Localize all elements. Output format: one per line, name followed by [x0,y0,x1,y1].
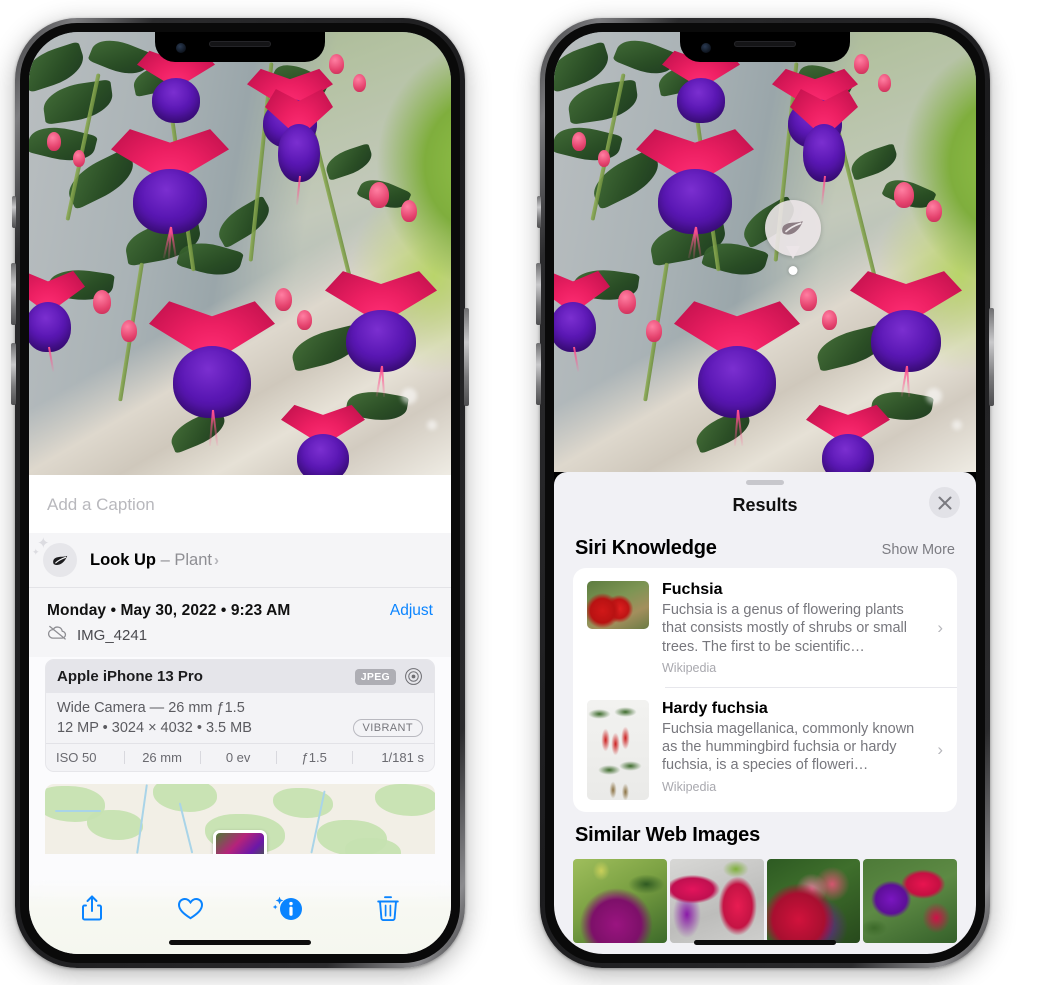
notch [680,32,850,62]
file-row: IMG_4241 [29,622,451,657]
share-button[interactable] [69,888,115,928]
exif-exposure-bias: 0 ev [225,750,251,765]
show-more-button[interactable]: Show More [882,542,955,558]
similar-web-images-title: Similar Web Images [575,823,760,846]
chevron-right-icon: › [937,739,943,759]
list-item[interactable]: Fuchsia Fuchsia is a genus of flowering … [573,568,957,687]
delete-button[interactable] [365,888,411,928]
knowledge-source: Wikipedia [662,660,717,675]
volume-down-button[interactable] [536,343,541,405]
similar-web-images-header: Similar Web Images [554,812,976,855]
info-button[interactable] [266,888,312,928]
siri-knowledge-header: Siri Knowledge Show More [554,525,976,568]
exif-focal-length: 26 mm [142,750,182,765]
camera-info-card: Apple iPhone 13 Pro JPEG Wide Camera — 2… [45,659,435,772]
knowledge-thumbnail [587,699,649,800]
list-item[interactable]: Hardy fuchsia Fuchsia magellanica, commo… [573,686,957,812]
volume-down-button[interactable] [11,343,16,405]
home-indicator[interactable] [169,940,311,945]
volume-up-button[interactable] [11,263,16,325]
power-button[interactable] [464,308,469,406]
badge-anchor-dot [788,266,798,275]
screenshot-stage: Add a Caption ✦ ✦ Look Up – Plant › Mond… [0,0,1055,985]
exif-shutter-speed: 1/181 s [381,750,424,765]
chevron-right-icon: › [937,617,943,637]
caption-input[interactable]: Add a Caption [29,475,451,533]
sparkle-small-icon: ✦ [32,547,40,557]
look-up-subject: Plant [174,550,212,569]
format-badge: JPEG [354,668,396,685]
file-name: IMG_4241 [77,626,148,644]
knowledge-source: Wikipedia [662,779,717,794]
location-map[interactable] [45,784,435,854]
results-sheet: Results Siri Knowledge Show More Fuchsia… [554,472,976,954]
sheet-header: Results [554,485,976,525]
home-indicator[interactable] [694,940,836,945]
knowledge-title: Hardy fuchsia [662,699,768,717]
camera-model: Apple iPhone 13 Pro [57,668,203,685]
photo-date: Monday • May 30, 2022 • 9:23 AM [47,602,291,619]
right-phone-bezel: Results Siri Knowledge Show More Fuchsia… [545,23,985,963]
photo-viewer[interactable] [29,32,451,475]
web-image-thumbnail[interactable] [573,858,667,943]
leaf-icon: ✦ ✦ [32,536,77,577]
camera-card-header: Apple iPhone 13 Pro JPEG [46,660,434,693]
camera-card-body: Wide Camera — 26 mm ƒ1.5 12 MP • 3024 × … [46,693,434,743]
knowledge-description: Fuchsia is a genus of flowering plants t… [662,602,907,655]
siri-knowledge-title: Siri Knowledge [575,537,717,559]
sheet-title: Results [732,494,798,515]
close-icon[interactable] [929,487,960,518]
knowledge-thumbnail [587,581,649,629]
aperture-icon [404,667,423,686]
lens-info: Wide Camera — 26 mm ƒ1.5 [57,700,245,716]
earpiece-speaker [734,41,796,47]
badge-tail [786,246,800,259]
look-up-dash: – [156,550,175,569]
power-button[interactable] [989,308,994,406]
earpiece-speaker [209,41,271,47]
adjust-button[interactable]: Adjust [390,602,433,620]
knowledge-description: Fuchsia magellanica, commonly known as t… [662,720,915,774]
look-up-title: Look Up [90,550,156,569]
exif-row: ISO 50 26 mm 0 ev ƒ1.5 1/181 s [46,743,434,771]
photo-info-panel: Add a Caption ✦ ✦ Look Up – Plant › Mond… [29,475,451,954]
look-up-label: Look Up – Plant › [90,551,219,570]
right-phone-device: Results Siri Knowledge Show More Fuchsia… [536,18,994,968]
web-image-thumbnail[interactable] [863,858,957,943]
silence-switch[interactable] [537,196,541,228]
right-phone-screen: Results Siri Knowledge Show More Fuchsia… [554,32,976,954]
web-image-thumbnail[interactable] [669,858,764,943]
exif-aperture: ƒ1.5 [301,750,327,765]
look-up-row[interactable]: ✦ ✦ Look Up – Plant › [29,533,451,588]
camera-header-badges: JPEG [354,667,423,686]
favorite-button[interactable] [168,888,214,928]
knowledge-text: Hardy fuchsia Fuchsia magellanica, commo… [662,700,920,794]
map-photo-pin[interactable] [213,830,267,854]
left-phone-bezel: Add a Caption ✦ ✦ Look Up – Plant › Mond… [20,23,460,963]
notch [155,32,325,62]
left-phone-screen: Add a Caption ✦ ✦ Look Up – Plant › Mond… [29,32,451,954]
left-phone-device: Add a Caption ✦ ✦ Look Up – Plant › Mond… [11,18,469,968]
visual-lookup-badge[interactable] [765,200,821,275]
cloud-slash-icon [47,625,68,645]
photographic-style-badge: VIBRANT [352,719,423,737]
image-specs: 12 MP • 3024 × 4032 • 3.5 MB [57,720,252,736]
web-image-thumbnail[interactable] [766,858,861,943]
knowledge-text: Fuchsia Fuchsia is a genus of flowering … [662,581,920,675]
similar-web-images-strip[interactable] [554,858,976,943]
front-camera [701,43,711,53]
volume-up-button[interactable] [536,263,541,325]
silence-switch[interactable] [12,196,16,228]
exif-iso: ISO 50 [56,750,97,765]
front-camera [176,43,186,53]
chevron-right-icon: › [213,551,219,569]
date-row: Monday • May 30, 2022 • 9:23 AM Adjust [29,588,451,622]
photo-viewer[interactable] [554,32,976,472]
siri-knowledge-card: Fuchsia Fuchsia is a genus of flowering … [573,568,957,812]
knowledge-title: Fuchsia [662,581,723,598]
